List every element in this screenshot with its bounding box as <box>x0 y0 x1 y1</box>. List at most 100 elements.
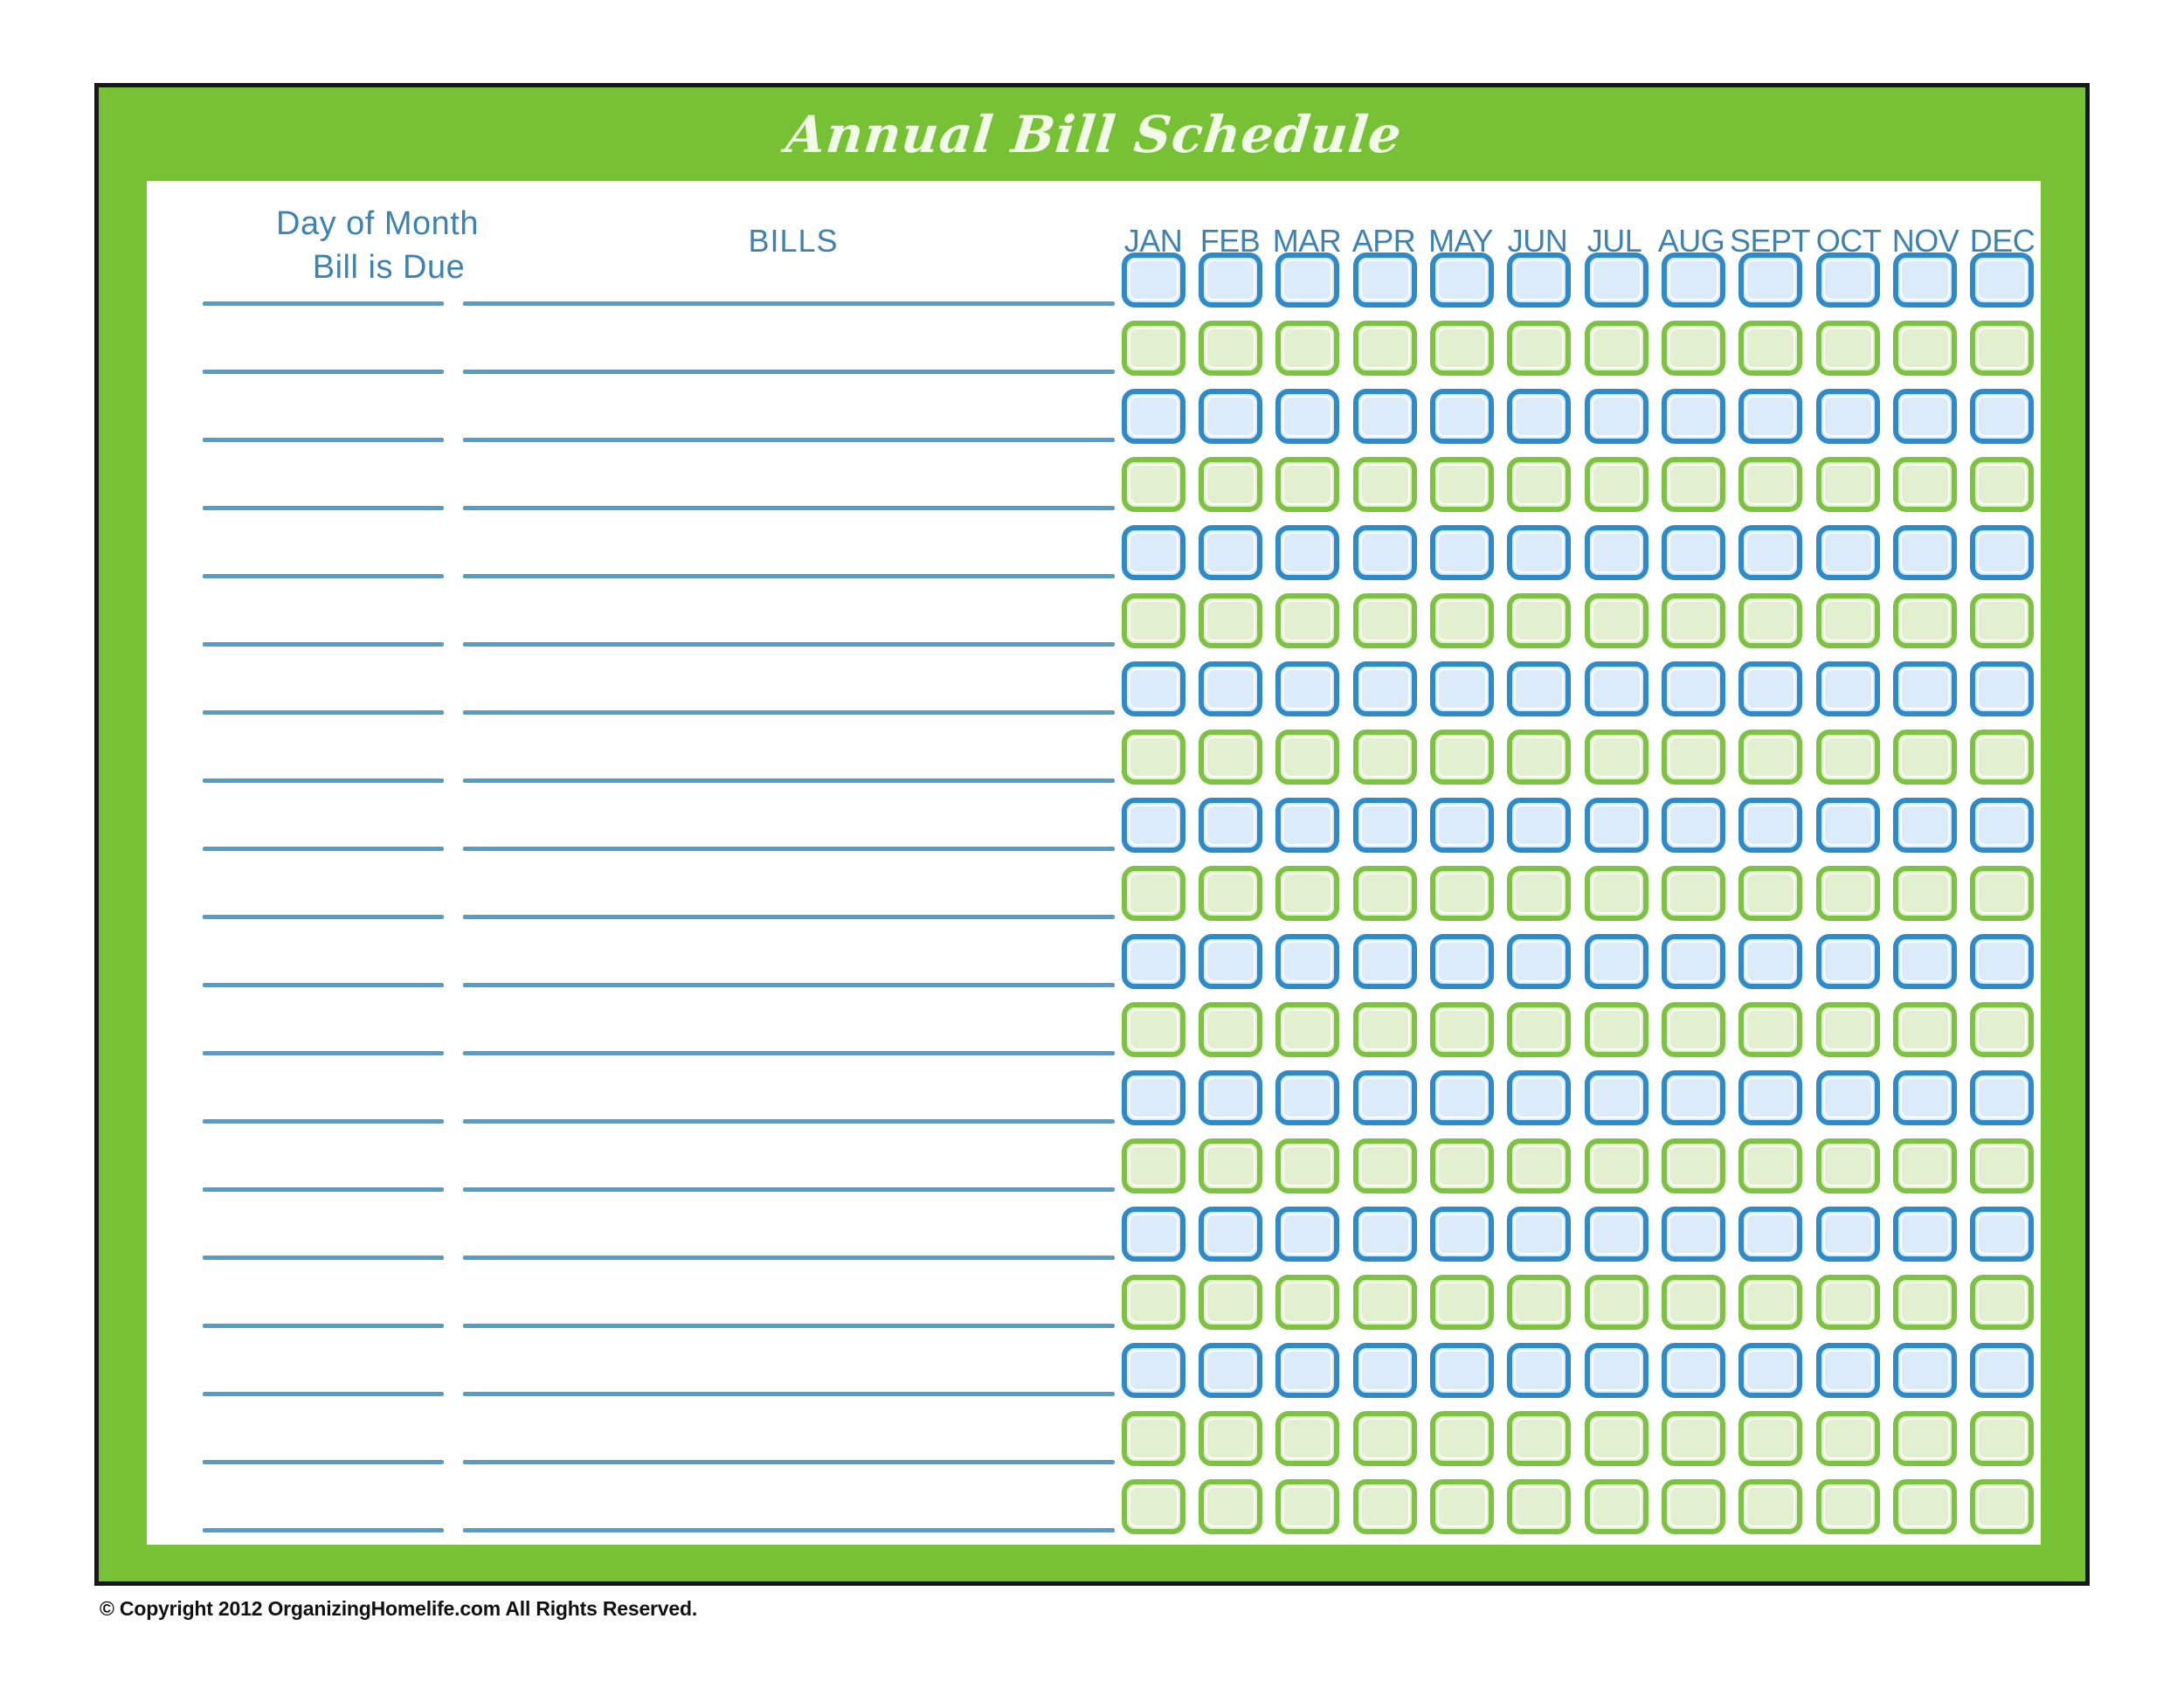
month-checkbox-jun[interactable] <box>1507 1207 1572 1262</box>
bill-name-input-line[interactable] <box>463 847 1115 851</box>
month-checkbox-feb[interactable] <box>1198 1479 1262 1534</box>
month-checkbox-sept[interactable] <box>1738 866 1803 921</box>
month-checkbox-dec[interactable] <box>1970 389 2035 444</box>
month-checkbox-dec[interactable] <box>1970 661 2035 716</box>
month-checkbox-mar[interactable] <box>1275 934 1340 989</box>
month-checkbox-jan[interactable] <box>1121 1343 1185 1398</box>
month-checkbox-sept[interactable] <box>1738 798 1803 853</box>
month-checkbox-oct[interactable] <box>1815 661 1880 716</box>
month-checkbox-feb[interactable] <box>1198 457 1262 512</box>
month-checkbox-may[interactable] <box>1429 389 1494 444</box>
month-checkbox-dec[interactable] <box>1970 866 2035 921</box>
month-checkbox-sept[interactable] <box>1738 730 1803 785</box>
month-checkbox-sept[interactable] <box>1738 593 1803 648</box>
month-checkbox-sept[interactable] <box>1738 1411 1803 1466</box>
month-checkbox-dec[interactable] <box>1970 1002 2035 1057</box>
month-checkbox-may[interactable] <box>1429 934 1494 989</box>
month-checkbox-jan[interactable] <box>1121 457 1185 512</box>
bill-name-input-line[interactable] <box>463 1119 1115 1124</box>
month-checkbox-dec[interactable] <box>1970 934 2035 989</box>
month-checkbox-sept[interactable] <box>1738 1275 1803 1330</box>
month-checkbox-feb[interactable] <box>1198 730 1262 785</box>
month-checkbox-mar[interactable] <box>1275 389 1340 444</box>
month-checkbox-jul[interactable] <box>1584 1207 1648 1262</box>
month-checkbox-aug[interactable] <box>1661 1343 1725 1398</box>
day-of-month-input-line[interactable] <box>203 1051 444 1055</box>
day-of-month-input-line[interactable] <box>203 1187 444 1192</box>
month-checkbox-aug[interactable] <box>1661 1002 1725 1057</box>
day-of-month-input-line[interactable] <box>203 778 444 783</box>
month-checkbox-aug[interactable] <box>1661 798 1725 853</box>
month-checkbox-mar[interactable] <box>1275 593 1340 648</box>
month-checkbox-oct[interactable] <box>1815 1411 1880 1466</box>
bill-name-input-line[interactable] <box>463 574 1115 578</box>
month-checkbox-jul[interactable] <box>1584 321 1648 376</box>
month-checkbox-aug[interactable] <box>1661 1411 1725 1466</box>
month-checkbox-nov[interactable] <box>1892 321 1957 376</box>
month-checkbox-jun[interactable] <box>1507 934 1572 989</box>
month-checkbox-apr[interactable] <box>1352 934 1417 989</box>
day-of-month-input-line[interactable] <box>203 847 444 851</box>
month-checkbox-mar[interactable] <box>1275 1002 1340 1057</box>
month-checkbox-mar[interactable] <box>1275 661 1340 716</box>
month-checkbox-mar[interactable] <box>1275 866 1340 921</box>
month-checkbox-jul[interactable] <box>1584 1002 1648 1057</box>
month-checkbox-sept[interactable] <box>1738 934 1803 989</box>
month-checkbox-jun[interactable] <box>1507 253 1572 308</box>
month-checkbox-jul[interactable] <box>1584 593 1648 648</box>
day-of-month-input-line[interactable] <box>203 1119 444 1124</box>
month-checkbox-apr[interactable] <box>1352 593 1417 648</box>
month-checkbox-sept[interactable] <box>1738 321 1803 376</box>
bill-name-input-line[interactable] <box>463 370 1115 374</box>
month-checkbox-jun[interactable] <box>1507 321 1572 376</box>
month-checkbox-oct[interactable] <box>1815 1343 1880 1398</box>
month-checkbox-jun[interactable] <box>1507 798 1572 853</box>
month-checkbox-jun[interactable] <box>1507 661 1572 716</box>
month-checkbox-dec[interactable] <box>1970 593 2035 648</box>
month-checkbox-nov[interactable] <box>1892 1411 1957 1466</box>
month-checkbox-jul[interactable] <box>1584 866 1648 921</box>
month-checkbox-may[interactable] <box>1429 866 1494 921</box>
day-of-month-input-line[interactable] <box>203 983 444 987</box>
month-checkbox-sept[interactable] <box>1738 1002 1803 1057</box>
month-checkbox-apr[interactable] <box>1352 866 1417 921</box>
month-checkbox-jun[interactable] <box>1507 866 1572 921</box>
month-checkbox-jul[interactable] <box>1584 934 1648 989</box>
month-checkbox-apr[interactable] <box>1352 1479 1417 1534</box>
month-checkbox-jan[interactable] <box>1121 934 1185 989</box>
month-checkbox-mar[interactable] <box>1275 457 1340 512</box>
month-checkbox-oct[interactable] <box>1815 1070 1880 1125</box>
day-of-month-input-line[interactable] <box>203 710 444 715</box>
month-checkbox-jun[interactable] <box>1507 1002 1572 1057</box>
month-checkbox-aug[interactable] <box>1661 1275 1725 1330</box>
month-checkbox-jun[interactable] <box>1507 1411 1572 1466</box>
month-checkbox-aug[interactable] <box>1661 1479 1725 1534</box>
month-checkbox-nov[interactable] <box>1892 1138 1957 1193</box>
month-checkbox-jan[interactable] <box>1121 593 1185 648</box>
month-checkbox-aug[interactable] <box>1661 661 1725 716</box>
month-checkbox-may[interactable] <box>1429 1479 1494 1534</box>
month-checkbox-oct[interactable] <box>1815 457 1880 512</box>
month-checkbox-apr[interactable] <box>1352 457 1417 512</box>
month-checkbox-may[interactable] <box>1429 1002 1494 1057</box>
month-checkbox-jan[interactable] <box>1121 1207 1185 1262</box>
month-checkbox-nov[interactable] <box>1892 1343 1957 1398</box>
month-checkbox-oct[interactable] <box>1815 253 1880 308</box>
day-of-month-input-line[interactable] <box>203 574 444 578</box>
month-checkbox-feb[interactable] <box>1198 253 1262 308</box>
month-checkbox-feb[interactable] <box>1198 1343 1262 1398</box>
bill-name-input-line[interactable] <box>463 642 1115 647</box>
month-checkbox-sept[interactable] <box>1738 253 1803 308</box>
month-checkbox-oct[interactable] <box>1815 1207 1880 1262</box>
day-of-month-input-line[interactable] <box>203 642 444 647</box>
month-checkbox-jul[interactable] <box>1584 457 1648 512</box>
bill-name-input-line[interactable] <box>463 1528 1115 1532</box>
month-checkbox-sept[interactable] <box>1738 1343 1803 1398</box>
month-checkbox-sept[interactable] <box>1738 457 1803 512</box>
bill-name-input-line[interactable] <box>463 1256 1115 1260</box>
month-checkbox-feb[interactable] <box>1198 593 1262 648</box>
day-of-month-input-line[interactable] <box>203 1460 444 1464</box>
month-checkbox-dec[interactable] <box>1970 525 2035 580</box>
day-of-month-input-line[interactable] <box>203 301 444 306</box>
month-checkbox-aug[interactable] <box>1661 457 1725 512</box>
